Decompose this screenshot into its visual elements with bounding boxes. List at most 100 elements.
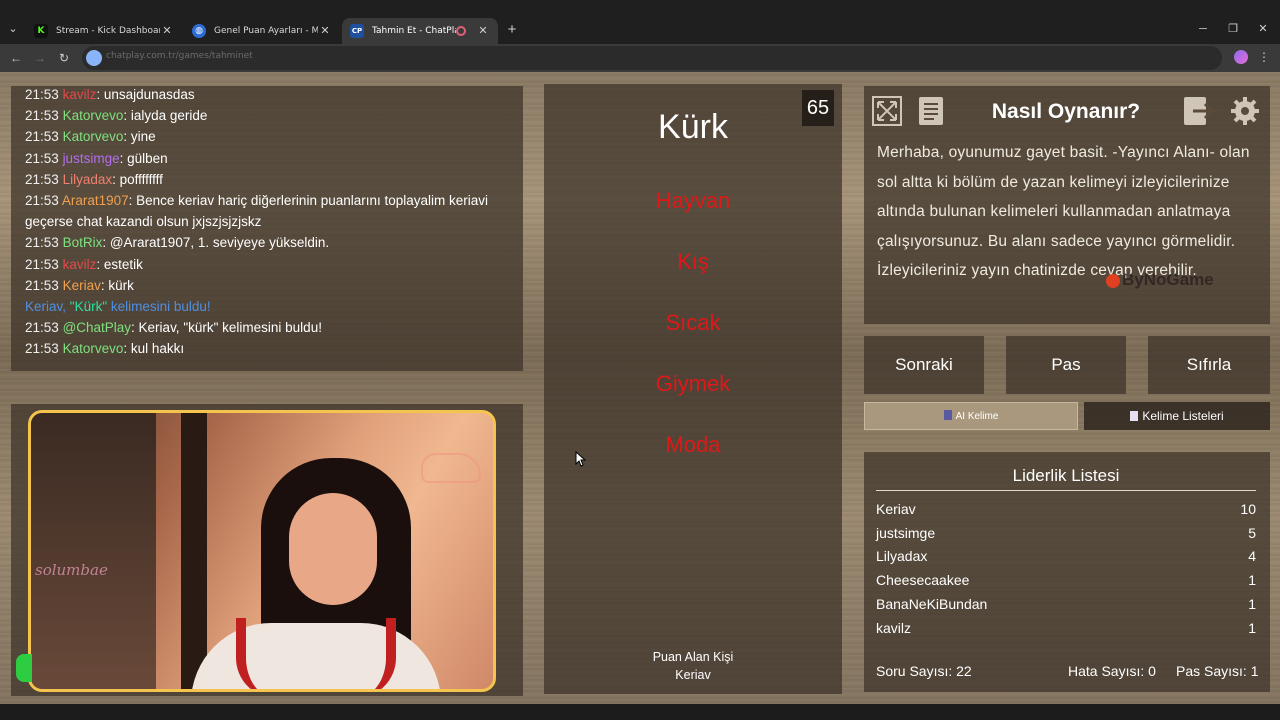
pass-button[interactable]: Pas	[1006, 336, 1126, 394]
player-score: 1	[1248, 572, 1256, 589]
chatplay-icon: CP	[350, 24, 364, 38]
chat-line: 21:53 justsimge: gülben	[25, 148, 509, 169]
how-to-play-title: Nasıl Oynanır?	[991, 100, 1141, 123]
chat-timestamp: 21:53	[25, 129, 59, 145]
new-tab-icon[interactable]: +	[505, 22, 519, 37]
chat-username[interactable]: Katorvevo	[63, 108, 124, 123]
tab-genel-puan[interactable]: ◍ Genel Puan Ayarları - MissXss /... ✕	[184, 18, 340, 44]
tab-ai-word[interactable]: AI Kelime	[864, 402, 1078, 430]
reload-icon[interactable]: ↻	[56, 50, 72, 66]
chat-timestamp: 21:53	[25, 171, 59, 187]
player-score: 1	[1248, 619, 1256, 636]
chat-line: 21:53 Ararat1907: Bence keriav hariç diğ…	[25, 190, 509, 232]
forbidden-word: Giymek	[655, 371, 731, 396]
tab-title: Tahmin Et - ChatPlay	[372, 26, 456, 36]
chat-timestamp: 21:53	[25, 108, 59, 124]
site-info-icon[interactable]	[86, 50, 102, 66]
watermark-logo: ByNoGame	[1106, 270, 1214, 290]
close-icon[interactable]: ✕	[318, 24, 332, 38]
back-arrow-icon[interactable]: ←	[8, 50, 24, 66]
profile-avatar[interactable]	[1234, 50, 1248, 64]
forward-arrow-icon[interactable]: →	[32, 50, 48, 66]
scorer-name: Keriav	[675, 668, 711, 682]
chat-username[interactable]: Katorvevo	[63, 341, 124, 356]
tab-word-lists[interactable]: Kelime Listeleri	[1084, 402, 1270, 430]
minimize-icon[interactable]: ─	[1196, 22, 1210, 36]
chat-timestamp: 21:53	[25, 341, 59, 357]
address-bar: ← → ↻ chatplay.com.tr/games/tahminet ⋮	[0, 44, 1280, 72]
chat-line: 21:53 kavilz: estetik	[25, 254, 509, 275]
forbidden-word: Sıcak	[665, 310, 721, 335]
leaderboard-row: Lilyadax 4	[876, 548, 1256, 570]
tab-title: Stream - Kick Dashboard	[56, 26, 160, 36]
gear-icon[interactable]	[1228, 94, 1262, 128]
chat-timestamp: 21:53	[25, 193, 59, 209]
webcam-feed: solumbae	[28, 410, 496, 692]
cat-decal	[421, 453, 481, 483]
tab-title: Genel Puan Ayarları - MissXss /...	[214, 26, 318, 36]
chat-username[interactable]: BotRix	[63, 235, 103, 250]
chat-username[interactable]: Keriav	[63, 278, 101, 293]
document-icon[interactable]	[914, 94, 948, 128]
restore-icon[interactable]: ❐	[1226, 22, 1240, 36]
url-input[interactable]: chatplay.com.tr/games/tahminet	[82, 46, 1222, 70]
chat-line: 21:53 kavilz: unsajdunasdas	[25, 87, 195, 102]
chat-username[interactable]: kavilz	[63, 257, 97, 272]
chat-timestamp: 21:53	[25, 150, 59, 166]
leaderboard-row: BanaNeKiBundan 1	[876, 596, 1256, 618]
browser-tab-bar: ⌄ K Stream - Kick Dashboard ✕ ◍ Genel Pu…	[0, 0, 1280, 44]
pass-count: Pas Sayısı: 1	[1176, 663, 1259, 679]
chat-system-message: Keriav, "Kürk" kelimesini buldu!	[25, 299, 211, 315]
reset-button[interactable]: Sıfırla	[1148, 336, 1270, 394]
chat-username[interactable]: Katorvevo	[63, 129, 124, 144]
close-icon[interactable]: ✕	[476, 24, 490, 38]
chat-line: 21:53 Lilyadax: poffffffff	[25, 169, 509, 190]
green-indicator	[16, 654, 32, 682]
target-word: Kürk	[658, 108, 728, 146]
tab-strip: K Stream - Kick Dashboard ✕ ◍ Genel Puan…	[0, 16, 1280, 44]
streamer-face	[289, 493, 377, 605]
chat-username[interactable]: @ChatPlay	[63, 320, 131, 335]
chat-username[interactable]: Lilyadax	[63, 172, 113, 187]
chat-line: 21:53 @ChatPlay: Keriav, "kürk" kelimesi…	[25, 317, 509, 338]
chat-timestamp: 21:53	[25, 320, 59, 336]
ai-icon	[943, 410, 952, 420]
chat-message: : poffffffff	[112, 171, 163, 187]
close-icon[interactable]: ✕	[160, 24, 174, 38]
next-button[interactable]: Sonraki	[864, 336, 984, 394]
shirt-straps	[236, 618, 396, 689]
forbidden-word: Hayvan	[655, 188, 731, 213]
logout-icon[interactable]	[1182, 94, 1216, 128]
chat-line: 21:53 Katorvevo: yine	[25, 126, 509, 147]
taskbar-edge	[0, 704, 1280, 720]
menu-dots-icon[interactable]: ⋮	[1258, 50, 1270, 66]
mouse-cursor-icon	[575, 450, 587, 467]
chat-message: : kul hakkı	[123, 341, 185, 357]
chat-line: 21:53 Keriav: kürk	[25, 275, 509, 296]
close-window-icon[interactable]: ✕	[1256, 22, 1270, 36]
tab-tahmin-et[interactable]: CP Tahmin Et - ChatPlay ✕	[342, 18, 498, 44]
recording-icon	[456, 26, 466, 36]
leaderboard-row: Cheesecaakee 1	[876, 572, 1256, 594]
leaderboard-row: kavilz 1	[876, 620, 1256, 642]
chat-timestamp: 21:53	[25, 235, 59, 251]
player-name: kavilz	[876, 619, 912, 636]
player-score: 4	[1248, 548, 1256, 565]
chat-line: 21:53 Katorvevo: kul hakkı	[25, 338, 509, 359]
player-score: 1	[1248, 595, 1256, 612]
divider	[876, 490, 1256, 491]
fullscreen-icon[interactable]	[870, 94, 904, 128]
chat-message: : gülben	[119, 150, 168, 166]
tab-kick-dashboard[interactable]: K Stream - Kick Dashboard ✕	[26, 18, 182, 44]
url-text: chatplay.com.tr/games/tahminet	[106, 51, 253, 61]
player-name: Cheesecaakee	[876, 572, 970, 589]
kick-icon: K	[34, 24, 48, 38]
player-name: Lilyadax	[876, 548, 928, 565]
bynogame-icon	[1106, 273, 1120, 288]
leaderboard-row: Keriav 10	[876, 501, 1256, 523]
chat-line: 21:53 Katorvevo: ialyda geride	[25, 105, 509, 126]
chat-username[interactable]: justsimge	[63, 151, 120, 166]
neon-sign: solumbae	[35, 561, 108, 579]
how-to-play-text: Merhaba, oyunumuz gayet basit. -Yayıncı …	[877, 144, 1250, 280]
chat-username[interactable]: Ararat1907	[62, 193, 129, 208]
